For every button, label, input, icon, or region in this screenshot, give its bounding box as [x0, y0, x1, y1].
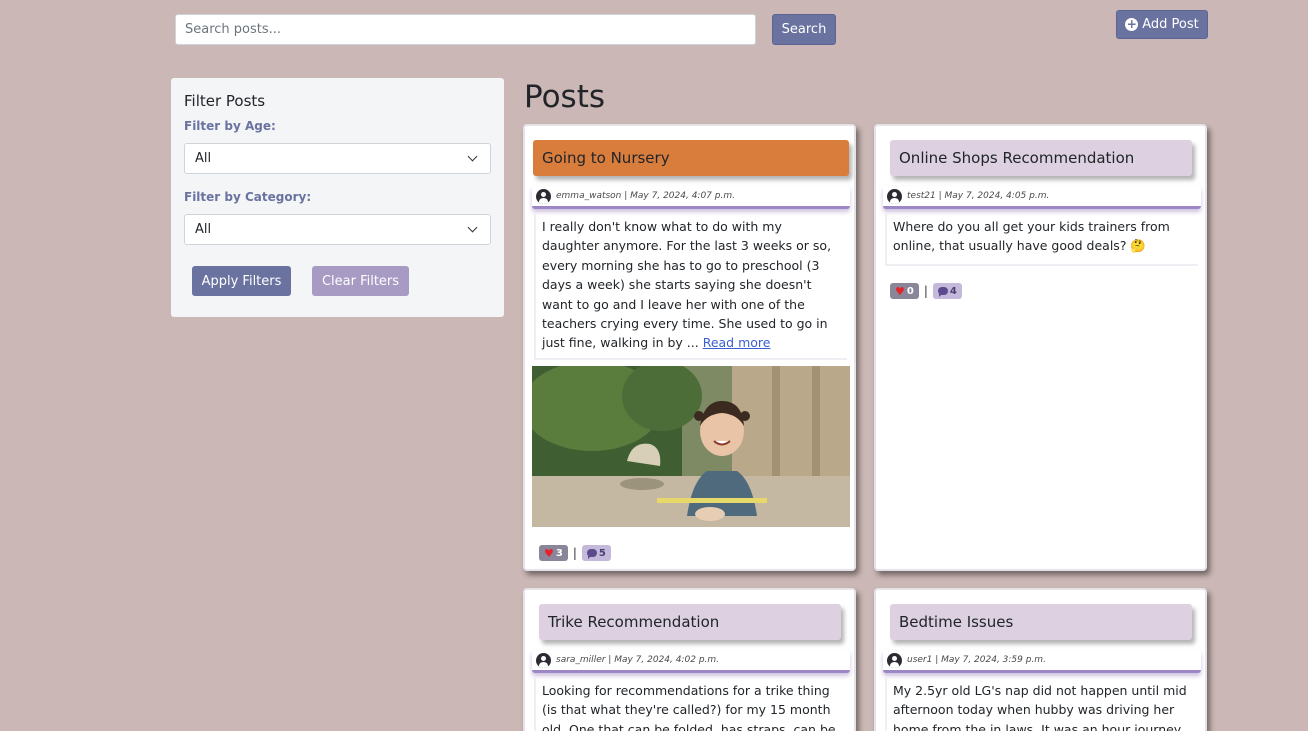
post-date: May 7, 2024, 4:02 p.m. [614, 655, 720, 665]
user-avatar-icon [887, 652, 902, 668]
post-card[interactable]: Trike Recommendation sara_miller | May 7… [523, 588, 856, 731]
post-stats: ♥ 0 | 4 [890, 283, 962, 299]
likes-count: 3 [555, 547, 563, 559]
likes-count: 0 [906, 285, 914, 297]
meta-separator: | [935, 191, 945, 201]
post-body: Where do you all get your kids trainers … [885, 214, 1198, 266]
post-date: May 7, 2024, 4:05 p.m. [944, 191, 1050, 201]
meta-separator: | [621, 191, 631, 201]
category-filter-value: All [195, 222, 212, 237]
search-button[interactable]: Search [772, 14, 836, 45]
comments-count: 5 [598, 547, 606, 559]
clear-filters-button[interactable]: Clear Filters [312, 266, 409, 296]
heart-icon: ♥ [544, 546, 554, 560]
category-filter-label: Filter by Category: [184, 190, 312, 204]
post-meta: sara_miller | May 7, 2024, 4:02 p.m. [532, 650, 850, 673]
toddler-photo [532, 366, 850, 527]
post-body: I really don't know what to do with my d… [534, 214, 847, 360]
meta-separator: | [605, 655, 615, 665]
user-avatar-icon [536, 188, 551, 204]
page-title: Posts [524, 79, 606, 115]
post-meta: user1 | May 7, 2024, 3:59 p.m. [883, 650, 1201, 673]
comments-badge[interactable]: 4 [932, 283, 962, 299]
category-filter-select[interactable]: All [184, 214, 491, 245]
filter-title: Filter Posts [184, 92, 266, 110]
post-date: May 7, 2024, 3:59 p.m. [941, 655, 1046, 665]
post-title[interactable]: Online Shops Recommendation [890, 140, 1192, 176]
post-body: My 2.5yr old LG's nap did not happen unt… [885, 678, 1198, 731]
age-filter-value: All [195, 151, 212, 166]
comment-icon [586, 549, 597, 559]
plus-circle-icon: + [1125, 17, 1139, 31]
post-image [532, 366, 850, 527]
age-filter-select[interactable]: All [184, 143, 491, 174]
read-more-link[interactable]: Read more [703, 335, 771, 350]
add-post-button[interactable]: + Add Post [1116, 10, 1208, 39]
comments-badge[interactable]: 5 [581, 545, 611, 561]
heart-icon: ♥ [895, 284, 905, 298]
post-excerpt: Looking for recommendations for a trike … [542, 683, 836, 731]
post-author: sara_miller [556, 655, 606, 665]
post-card[interactable]: Bedtime Issues user1 | May 7, 2024, 3:59… [874, 588, 1207, 731]
post-body: Looking for recommendations for a trike … [534, 678, 847, 731]
post-title[interactable]: Trike Recommendation [539, 604, 841, 640]
comments-count: 4 [949, 285, 957, 297]
post-excerpt: Where do you all get your kids trainers … [893, 219, 1170, 254]
chevron-down-icon [467, 151, 478, 162]
chevron-down-icon [467, 222, 478, 233]
post-author: test21 [907, 191, 936, 201]
user-avatar-icon [536, 652, 551, 668]
post-excerpt: My 2.5yr old LG's nap did not happen unt… [893, 683, 1187, 731]
stats-separator: | [572, 546, 577, 560]
post-date: May 7, 2024, 4:07 p.m. [630, 191, 735, 201]
meta-separator: | [932, 655, 942, 665]
post-author: emma_watson [556, 191, 622, 201]
post-stats: ♥ 3 | 5 [539, 545, 611, 561]
comment-icon [937, 287, 948, 297]
post-title[interactable]: Going to Nursery [533, 140, 849, 176]
post-meta: emma_watson | May 7, 2024, 4:07 p.m. [532, 186, 850, 209]
user-avatar-icon [887, 188, 902, 204]
stats-separator: | [923, 284, 928, 298]
post-card[interactable]: Going to Nursery emma_watson | May 7, 20… [523, 124, 856, 571]
likes-badge[interactable]: ♥ 3 [539, 545, 568, 561]
likes-badge[interactable]: ♥ 0 [890, 283, 919, 299]
post-author: user1 [907, 655, 933, 665]
search-input[interactable] [175, 14, 756, 45]
post-title[interactable]: Bedtime Issues [890, 604, 1192, 640]
filter-panel: Filter Posts Filter by Age: All Filter b… [171, 78, 504, 317]
post-meta: test21 | May 7, 2024, 4:05 p.m. [883, 186, 1201, 209]
age-filter-label: Filter by Age: [184, 119, 276, 133]
apply-filters-button[interactable]: Apply Filters [192, 266, 291, 296]
add-post-label: Add Post [1142, 17, 1199, 32]
post-excerpt: I really don't know what to do with my d… [542, 219, 832, 351]
post-card[interactable]: Online Shops Recommendation test21 | May… [874, 124, 1207, 571]
